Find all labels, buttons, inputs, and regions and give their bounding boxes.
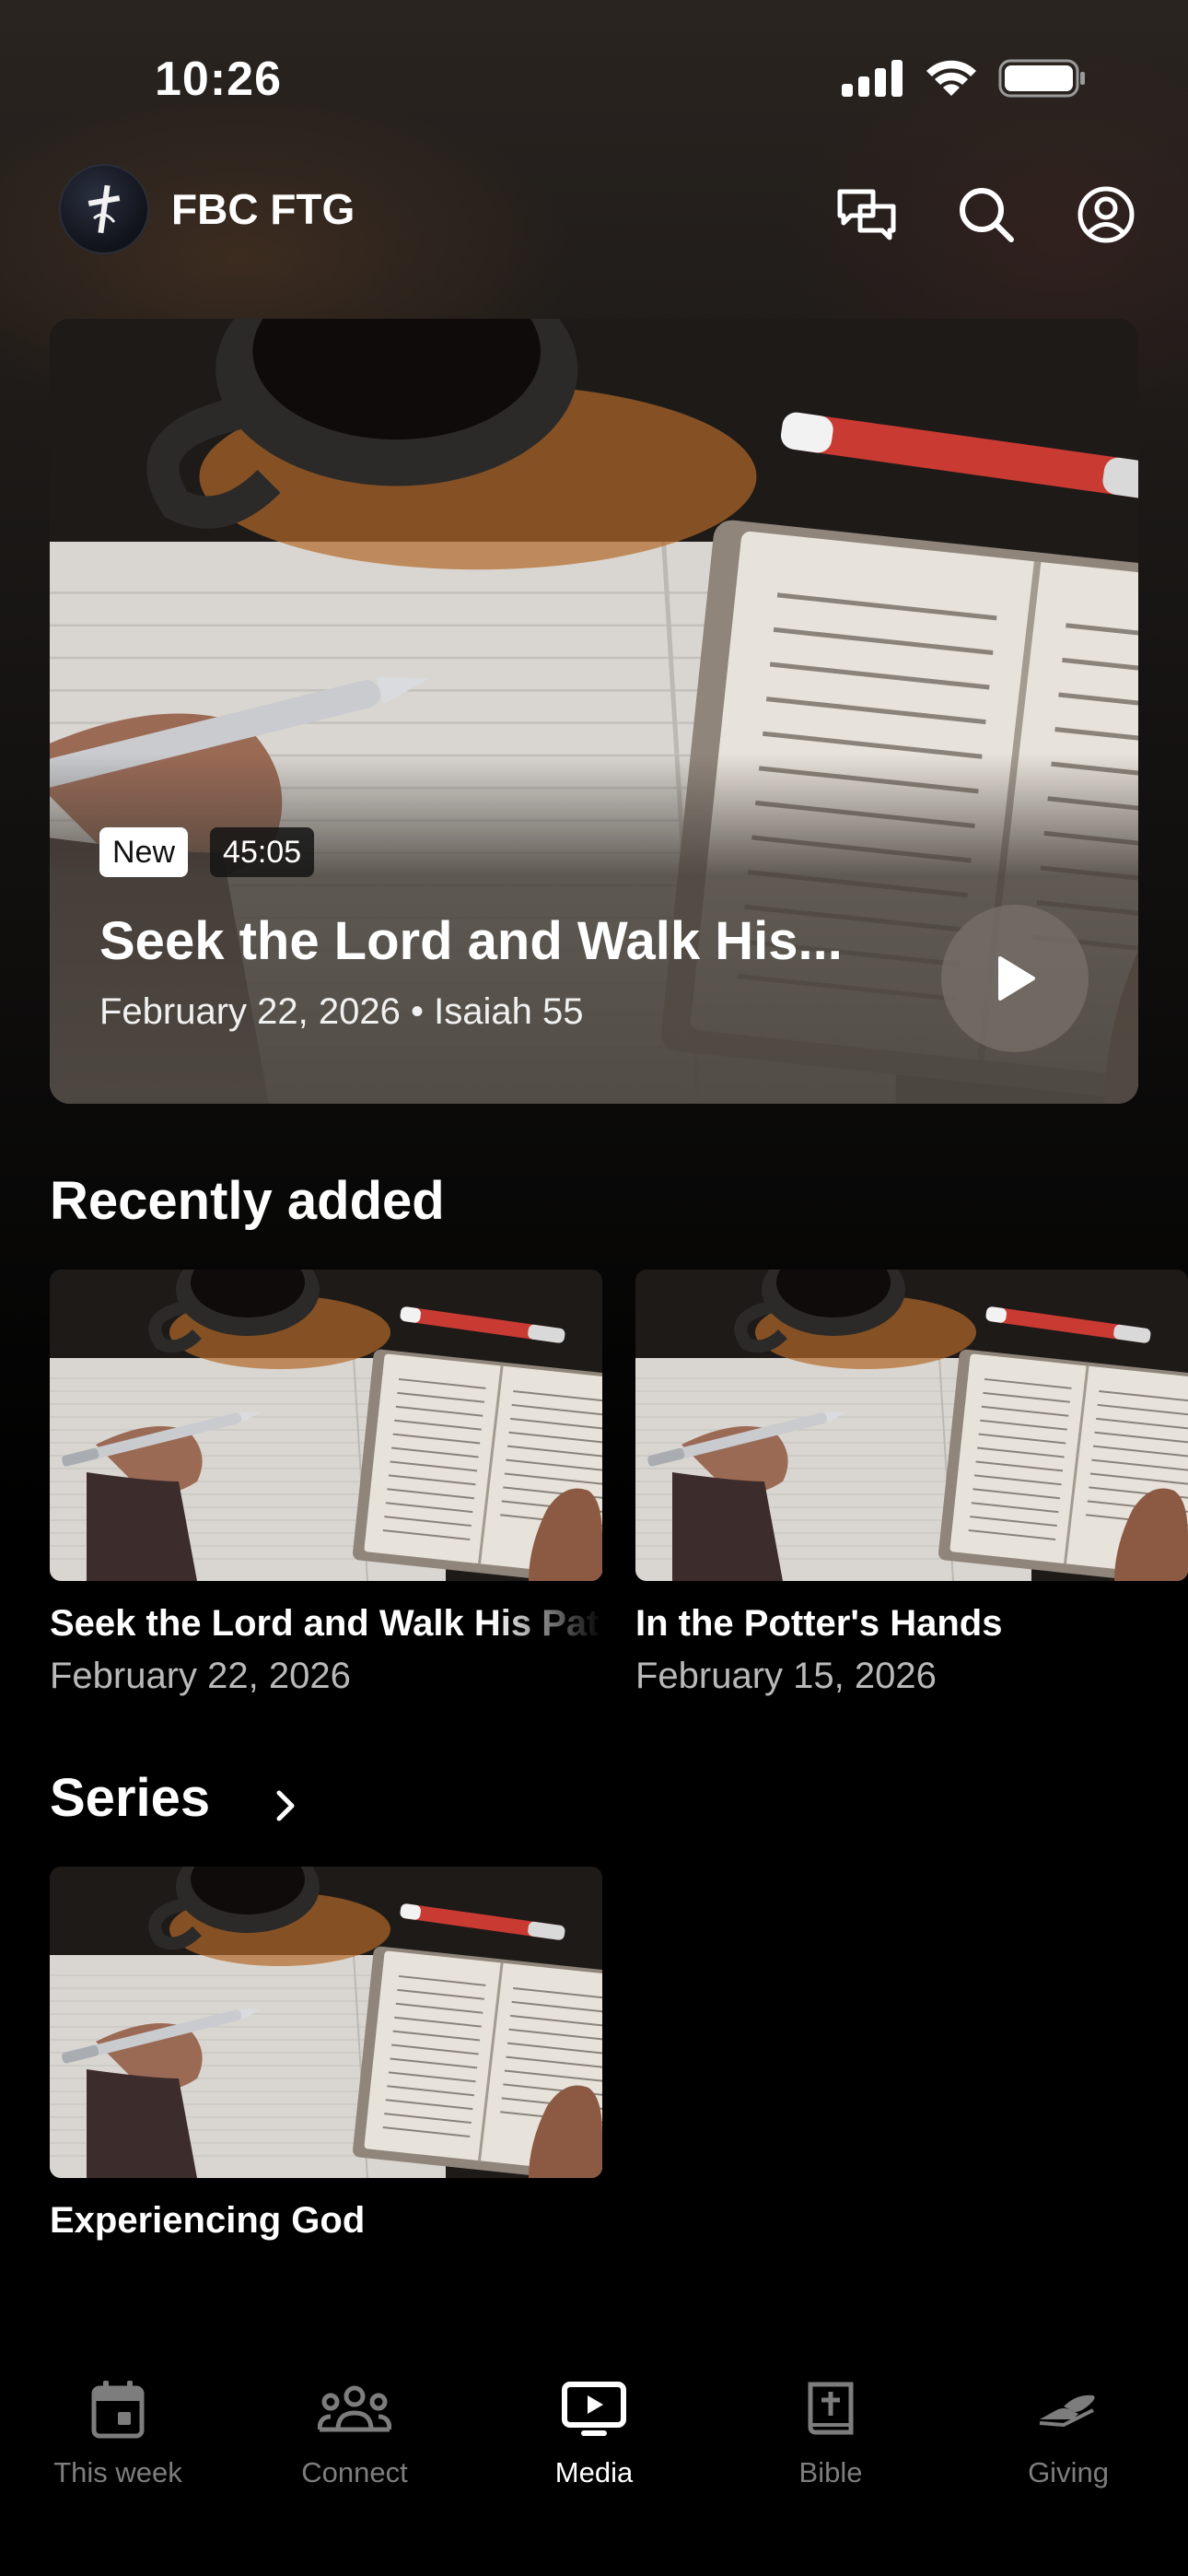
- featured-sermon-card[interactable]: New 45:05 Seek the Lord and Walk His... …: [50, 319, 1138, 1104]
- tab-label: Media: [554, 2456, 634, 2488]
- sermon-thumbnail: [50, 1270, 602, 1581]
- bottom-tab-bar: This week Connect Media Bible Giving: [0, 2340, 1188, 2576]
- chevron-right-icon: [276, 1790, 295, 1821]
- status-bar: 10:26: [0, 0, 1188, 157]
- tab-label: This week: [53, 2456, 182, 2488]
- tab-giving[interactable]: Giving: [967, 2368, 1170, 2489]
- play-button[interactable]: [941, 905, 1089, 1052]
- hero-subtitle: February 22, 2026 • Isaiah 55: [99, 991, 584, 1032]
- account-button[interactable]: [1066, 175, 1146, 254]
- tab-label: Giving: [1028, 2456, 1109, 2488]
- app-header: FBC FTG: [0, 158, 1188, 260]
- card-title: In the Potter's Hands: [635, 1603, 1003, 1644]
- tv-play-icon: [562, 2382, 626, 2436]
- hero-title: Seek the Lord and Walk His...: [99, 911, 843, 971]
- app-title: FBC FTG: [171, 185, 355, 233]
- series-heading[interactable]: Series: [50, 1767, 210, 1829]
- giving-hand-icon: [1039, 2395, 1095, 2428]
- tab-this-week[interactable]: This week: [17, 2368, 219, 2489]
- new-badge: New: [99, 827, 189, 877]
- church-logo[interactable]: [59, 164, 149, 254]
- cross-logo-icon: [87, 184, 121, 234]
- calendar-icon: [91, 2381, 145, 2439]
- wifi-icon: [925, 59, 978, 102]
- hero-badges: New 45:05: [99, 827, 315, 877]
- tab-label: Bible: [798, 2456, 863, 2488]
- tab-connect[interactable]: Connect: [253, 2368, 456, 2489]
- sermon-thumbnail: [635, 1270, 1188, 1581]
- card-title: Seek the Lord and Walk His Paths: [50, 1603, 602, 1644]
- header-actions: [827, 175, 1146, 254]
- series-thumbnail: [50, 1867, 602, 2178]
- recently-added-heading: Recently added: [50, 1171, 445, 1231]
- messages-button[interactable]: [827, 175, 906, 254]
- search-button[interactable]: [947, 175, 1026, 254]
- search-icon: [960, 188, 1014, 242]
- series-title: Experiencing God: [50, 2200, 366, 2241]
- recently-added-card[interactable]: In the Potter's Hands February 15, 2026: [635, 1270, 1188, 1697]
- recently-added-card[interactable]: Seek the Lord and Walk His Paths Februar…: [50, 1270, 602, 1697]
- tab-bible[interactable]: Bible: [729, 2368, 932, 2489]
- play-icon: [998, 956, 1035, 1001]
- tab-label: Connect: [301, 2456, 408, 2488]
- tab-media[interactable]: Media: [493, 2368, 695, 2489]
- account-icon: [1077, 186, 1135, 243]
- bible-icon: [808, 2382, 854, 2435]
- card-date: February 22, 2026: [50, 1656, 351, 1696]
- card-date: February 15, 2026: [635, 1656, 937, 1696]
- media-screen: 10:26 FBC FTG New 45:05 Seek the Lord an…: [0, 0, 1188, 2576]
- chat-bubbles-icon: [837, 189, 896, 240]
- battery-icon: [998, 59, 1087, 102]
- status-time: 10:26: [155, 53, 282, 106]
- series-card[interactable]: Experiencing God: [50, 1867, 602, 2242]
- series-see-all-button[interactable]: [258, 1778, 313, 1833]
- status-icons: [840, 59, 1087, 102]
- cellular-signal-icon: [840, 60, 904, 101]
- people-icon: [318, 2385, 391, 2432]
- duration-badge: 45:05: [210, 827, 315, 877]
